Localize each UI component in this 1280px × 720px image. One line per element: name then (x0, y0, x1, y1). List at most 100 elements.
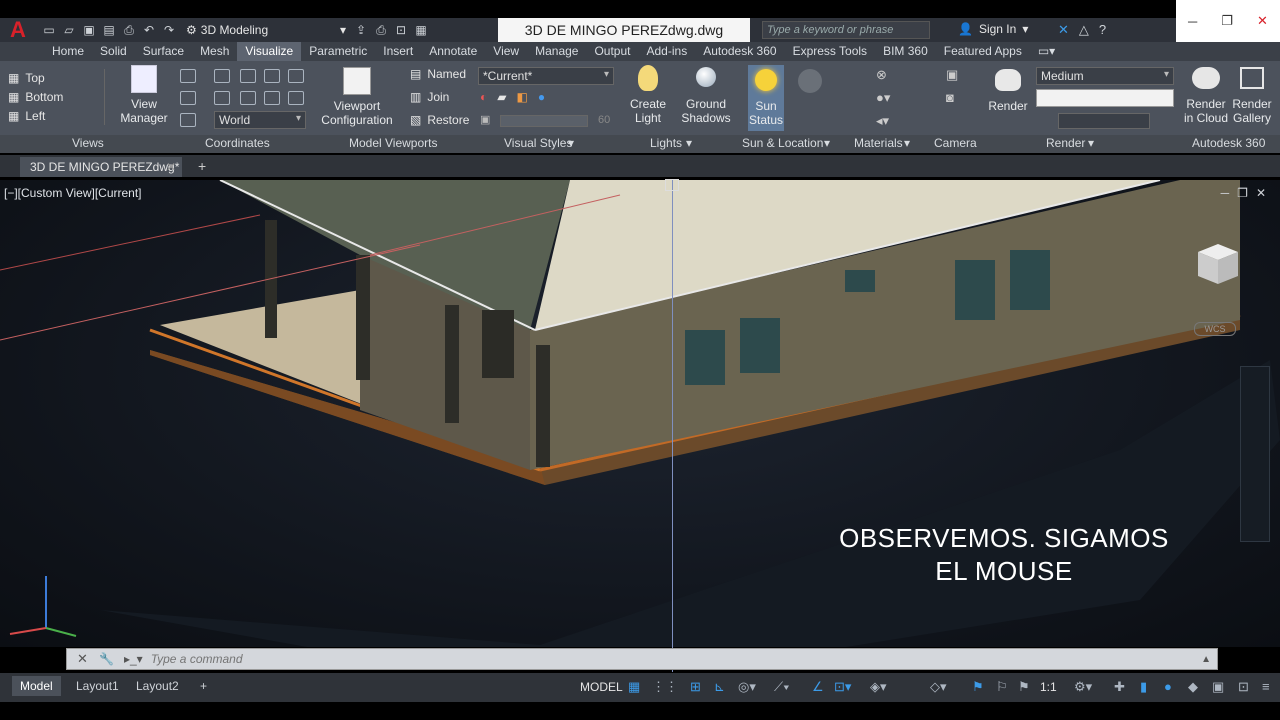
open-file-icon[interactable]: ▱ (62, 23, 76, 37)
render-in-cloud-button[interactable]: Render in Cloud (1182, 67, 1230, 125)
xray-slider[interactable] (500, 115, 588, 127)
viewport-label[interactable]: [−][Custom View][Current] (4, 186, 142, 200)
command-prompt-icon[interactable]: ▸_▾ (124, 652, 143, 666)
model-space-toggle[interactable]: MODEL (580, 680, 623, 694)
save-icon[interactable]: ▣ (82, 23, 96, 37)
annotation-monitor-icon[interactable]: ✚ (1114, 679, 1125, 695)
isolate-objects-icon[interactable]: ▮ (1140, 679, 1147, 695)
sky-off-icon[interactable] (798, 69, 822, 93)
redo-icon[interactable]: ↷ (162, 23, 176, 37)
workspace-selector[interactable]: ⚙ 3D Modeling ▾ (186, 23, 346, 37)
monitor-icon[interactable]: ⊡ (1238, 679, 1249, 695)
xray-icon[interactable]: ▣ (480, 113, 490, 126)
sun-expand-icon[interactable]: ▾ (824, 136, 830, 150)
share-icon[interactable]: ⊡ (394, 23, 408, 37)
close-icon[interactable]: ✕ (1256, 186, 1266, 200)
wcs-label[interactable]: WCS (1194, 322, 1236, 336)
ucs-z-icon[interactable] (264, 91, 280, 105)
view-left[interactable]: ▦ Left (8, 109, 45, 123)
isodraft-icon[interactable]: ⟋▾ (774, 679, 789, 695)
tab-visualize[interactable]: Visualize (237, 42, 302, 61)
drawing-viewport[interactable]: [−][Custom View][Current] ─ ❐ ✕ WCS OBSE… (0, 179, 1280, 672)
search-input[interactable]: Type a keyword or phrase (762, 21, 930, 39)
visual-style-dropdown[interactable]: *Current* (478, 67, 614, 85)
add-layout-icon[interactable]: + (192, 676, 215, 696)
annotation-scale-icon[interactable]: ⚑ (1018, 679, 1030, 695)
tab-manage[interactable]: Manage (527, 42, 586, 61)
texture-map-icon[interactable]: ◂▾ (876, 113, 889, 129)
customization-icon[interactable]: ≡ (1262, 679, 1270, 694)
navigation-bar[interactable] (1240, 366, 1270, 542)
views-scroll[interactable] (104, 69, 114, 125)
tab-bim-360[interactable]: BIM 360 (875, 42, 936, 61)
hardware-acceleration-icon[interactable]: ● (1164, 679, 1172, 694)
layer-icon[interactable]: ▦ (414, 23, 428, 37)
object-snap-icon[interactable]: ⊡▾ (834, 679, 851, 695)
minimize-icon[interactable]: ─ (1221, 186, 1230, 200)
layout-tab-model[interactable]: Model (12, 676, 61, 696)
restore-viewports-button[interactable]: ▧ Restore (410, 113, 469, 127)
panel-sun-location-label[interactable]: Sun & Location (742, 136, 823, 150)
autocad-logo-icon[interactable]: A (0, 17, 36, 42)
minimize-icon[interactable]: ─ (1188, 14, 1197, 29)
viewport-configuration-button[interactable]: Viewport Configuration (320, 67, 394, 127)
layout-tab-layout2[interactable]: Layout2 (128, 676, 187, 696)
tab-parametric[interactable]: Parametric (301, 42, 375, 61)
tab-express-tools[interactable]: Express Tools (785, 42, 875, 61)
close-icon[interactable]: ✕ (1257, 13, 1268, 29)
face-color-icon[interactable]: ◧ (516, 90, 527, 104)
panel-lights-label[interactable]: Lights (650, 136, 682, 150)
ucs-icon[interactable] (180, 69, 196, 83)
shadow-icon[interactable]: ▰ (497, 90, 506, 104)
tab-annotate[interactable]: Annotate (421, 42, 485, 61)
tab-add-ins[interactable]: Add-ins (639, 42, 696, 61)
view-bottom[interactable]: ▦ Bottom (8, 90, 63, 104)
undo-icon[interactable]: ↶ (142, 23, 156, 37)
render-expand-icon[interactable]: ▾ (1088, 136, 1094, 150)
tab-view[interactable]: View (485, 42, 527, 61)
camera-display-icon[interactable]: ◙ (946, 90, 954, 105)
3d-object-snap-icon[interactable]: ◈▾ (870, 679, 887, 695)
command-input[interactable] (150, 652, 751, 666)
panel-visual-styles-label[interactable]: Visual Styles (504, 136, 572, 150)
render-output-field[interactable] (1036, 89, 1174, 107)
camera-create-icon[interactable]: ▣ (946, 67, 958, 83)
clean-screen-icon[interactable]: ▣ (1212, 679, 1224, 695)
new-file-icon[interactable]: ▭ (42, 23, 56, 37)
a360-icon[interactable]: △ (1079, 22, 1089, 38)
new-tab-button[interactable]: + (198, 158, 206, 174)
tab-featured-apps[interactable]: Featured Apps (936, 42, 1030, 61)
materials-attach-icon[interactable]: ●▾ (876, 90, 890, 106)
panel-materials-label[interactable]: Materials (854, 136, 903, 150)
render-gallery-button[interactable]: Render Gallery (1232, 67, 1272, 125)
ucs-3point-icon[interactable] (288, 91, 304, 105)
ucs-x-icon[interactable] (214, 91, 230, 105)
save-as-icon[interactable]: ▤ (102, 23, 116, 37)
close-icon[interactable]: ✕ (77, 651, 91, 667)
polar-icon[interactable]: ◎▾ (738, 679, 756, 695)
create-light-button[interactable]: Create Light (626, 65, 670, 125)
viewcube-icon[interactable] (1192, 240, 1242, 286)
ground-shadows-button[interactable]: Ground Shadows (680, 65, 732, 125)
sign-in-button[interactable]: 👤 Sign In ▾ (958, 22, 1028, 36)
ucs-view-icon[interactable] (264, 69, 280, 83)
tab-mesh[interactable]: Mesh (192, 42, 237, 61)
ucs-named-icon[interactable] (180, 113, 196, 127)
annotation-scale[interactable]: 1:1 (1040, 680, 1057, 694)
sun-status-button[interactable]: Sun Status (748, 65, 784, 131)
view-manager-button[interactable]: View Manager (120, 65, 168, 125)
maximize-icon[interactable]: ❐ (1237, 186, 1248, 200)
restore-icon[interactable]: ❐ (1221, 13, 1233, 29)
lights-expand-icon[interactable]: ▾ (686, 136, 692, 150)
ribbon-options-icon[interactable]: ▭▾ (1030, 42, 1063, 61)
chevron-up-icon[interactable]: ▲ (1201, 654, 1211, 665)
wrench-icon[interactable]: 🔧 (99, 652, 114, 666)
render-environment-field[interactable] (1058, 113, 1150, 129)
ucs-axis-icon[interactable] (240, 69, 256, 83)
selection-cycling-icon[interactable]: ⚑ (972, 679, 984, 695)
grid-icon[interactable]: ▦ (628, 679, 640, 695)
ortho-icon[interactable]: ⊾ (714, 679, 725, 695)
panel-render-label[interactable]: Render (1046, 136, 1085, 150)
materials-browser-icon[interactable]: ⊗ (876, 67, 887, 83)
help-icon[interactable]: ? (1099, 22, 1106, 38)
